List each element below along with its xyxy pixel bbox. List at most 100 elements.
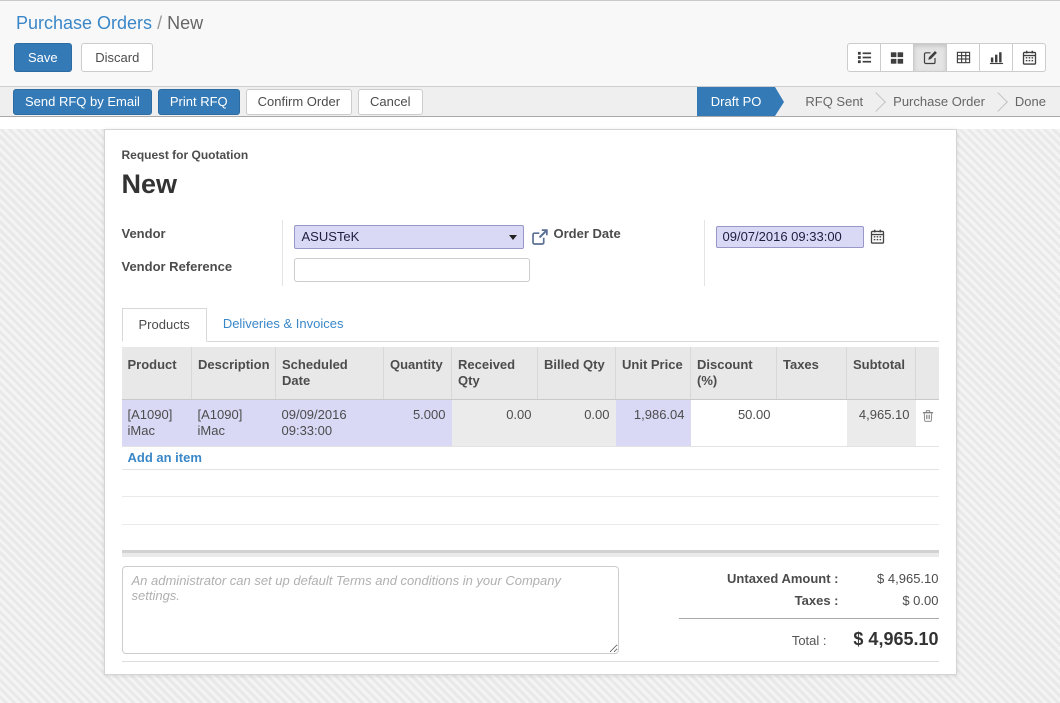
add-item-row: Add an item <box>122 447 939 470</box>
empty-line-row <box>122 497 939 525</box>
col-actions <box>916 347 939 400</box>
total-value: $ 4,965.10 <box>827 629 939 650</box>
calendar-view-button[interactable] <box>1012 43 1046 72</box>
cell-discount[interactable]: 50.00 <box>691 400 777 447</box>
cell-description[interactable]: [A1090] iMac <box>192 400 276 447</box>
notebook-tabs: Products Deliveries & Invoices <box>122 308 939 342</box>
tab-deliveries-invoices[interactable]: Deliveries & Invoices <box>207 308 360 341</box>
status-step-draft-po[interactable]: Draft PO <box>697 87 776 116</box>
vendor-label: Vendor <box>122 220 282 253</box>
empty-line-row <box>122 525 939 550</box>
taxes-row: Taxes : $ 0.00 <box>657 593 939 608</box>
send-rfq-by-email-button[interactable]: Send RFQ by Email <box>13 89 152 115</box>
status-step-rfq-sent[interactable]: RFQ Sent <box>791 87 877 116</box>
vendor-open-record-button[interactable] <box>531 228 549 246</box>
cell-product[interactable]: [A1090] iMac <box>122 400 192 447</box>
col-quantity[interactable]: Quantity <box>384 347 452 400</box>
untaxed-amount-value: $ 4,965.10 <box>839 571 939 586</box>
add-an-item-link[interactable]: Add an item <box>128 450 202 465</box>
view-switcher <box>847 43 1046 72</box>
cell-scheduled-date[interactable]: 09/09/2016 09:33:00 <box>276 400 384 447</box>
cell-quantity[interactable]: 5.000 <box>384 400 452 447</box>
col-scheduled-date[interactable]: Scheduled Date <box>276 347 384 400</box>
cell-unit-price[interactable]: 1,986.04 <box>616 400 691 447</box>
col-product[interactable]: Product <box>122 347 192 400</box>
graph-view-button[interactable] <box>979 43 1013 72</box>
print-rfq-button[interactable]: Print RFQ <box>158 89 240 115</box>
total-row: Total : $ 4,965.10 <box>657 629 939 650</box>
delete-line-button[interactable] <box>922 409 934 422</box>
cancel-button[interactable]: Cancel <box>358 89 422 115</box>
cell-actions <box>916 400 939 447</box>
col-taxes[interactable]: Taxes <box>777 347 847 400</box>
record-title: New <box>122 170 939 198</box>
totals-divider <box>679 618 939 619</box>
save-button[interactable]: Save <box>14 43 72 72</box>
dropdown-caret-icon <box>509 235 517 240</box>
taxes-value: $ 0.00 <box>839 593 939 608</box>
taxes-label: Taxes : <box>795 593 839 608</box>
empty-line-row <box>122 470 939 497</box>
table-header-row: Product Description Scheduled Date Quant… <box>122 347 939 400</box>
cell-billed-qty: 0.00 <box>538 400 616 447</box>
totals-block: Untaxed Amount : $ 4,965.10 Taxes : $ 0.… <box>657 566 939 654</box>
cell-received-qty: 0.00 <box>452 400 538 447</box>
total-label: Total : <box>792 633 827 648</box>
date-picker-button[interactable] <box>870 229 885 244</box>
list-view-button[interactable] <box>847 43 881 72</box>
edit-icon <box>923 50 938 65</box>
cell-taxes[interactable] <box>777 400 847 447</box>
vendor-reference-input[interactable] <box>294 258 530 282</box>
order-lines-table: Product Description Scheduled Date Quant… <box>122 347 939 447</box>
status-step-done[interactable]: Done <box>1001 87 1060 116</box>
kanban-view-button[interactable] <box>880 43 914 72</box>
pivot-table-icon <box>956 50 971 65</box>
order-line-row: [A1090] iMac [A1090] iMac 09/09/2016 09:… <box>122 400 939 447</box>
form-toolbar: Save Discard <box>0 37 1060 86</box>
bar-chart-icon <box>989 50 1004 65</box>
right-field-group: Order Date <box>554 220 939 286</box>
breadcrumb: Purchase Orders / New <box>0 1 1060 37</box>
order-date-label: Order Date <box>554 220 704 253</box>
section-separator <box>122 550 939 557</box>
col-description[interactable]: Description <box>192 347 276 400</box>
col-subtotal[interactable]: Subtotal <box>847 347 916 400</box>
kanban-icon <box>890 51 904 65</box>
breadcrumb-parent-link[interactable]: Purchase Orders <box>16 13 152 33</box>
form-view-button[interactable] <box>913 43 947 72</box>
field-groups: Vendor Vendor Reference ASUSTeK <box>122 220 939 286</box>
pivot-view-button[interactable] <box>946 43 980 72</box>
sheet-footer: Untaxed Amount : $ 4,965.10 Taxes : $ 0.… <box>122 566 939 654</box>
form-sheet: Request for Quotation New Vendor Vendor … <box>104 129 957 675</box>
left-field-group: Vendor Vendor Reference ASUSTeK <box>122 220 554 286</box>
odoo-window: Purchase Orders / New Save Discard <box>0 0 1060 703</box>
vendor-reference-label: Vendor Reference <box>122 253 282 286</box>
col-discount[interactable]: Discount (%) <box>691 347 777 400</box>
col-billed-qty[interactable]: Billed Qty <box>538 347 616 400</box>
external-link-icon <box>531 228 549 246</box>
col-unit-price[interactable]: Unit Price <box>616 347 691 400</box>
untaxed-amount-label: Untaxed Amount : <box>727 571 838 586</box>
vendor-select-value: ASUSTeK <box>302 229 360 244</box>
col-received-qty[interactable]: Received Qty <box>452 347 538 400</box>
list-icon <box>857 50 872 65</box>
confirm-order-button[interactable]: Confirm Order <box>246 89 352 115</box>
terms-and-conditions-input[interactable] <box>122 566 619 654</box>
status-step-purchase-order[interactable]: Purchase Order <box>879 87 999 116</box>
document-type-label: Request for Quotation <box>122 148 939 162</box>
calendar-icon <box>1022 50 1037 65</box>
sheet-footer-divider <box>122 661 939 662</box>
untaxed-amount-row: Untaxed Amount : $ 4,965.10 <box>657 571 939 586</box>
breadcrumb-separator: / <box>157 13 162 33</box>
breadcrumb-current: New <box>167 13 203 33</box>
calendar-icon <box>870 229 885 244</box>
tab-products[interactable]: Products <box>122 308 207 342</box>
discard-button[interactable]: Discard <box>81 43 153 72</box>
cell-subtotal: 4,965.10 <box>847 400 916 447</box>
trash-icon <box>922 409 934 422</box>
control-panel: Purchase Orders / New Save Discard <box>0 0 1060 86</box>
order-date-input[interactable] <box>716 226 864 248</box>
statusbar: Send RFQ by Email Print RFQ Confirm Orde… <box>0 86 1060 117</box>
vendor-select[interactable]: ASUSTeK <box>294 225 524 249</box>
workflow-buttons: Send RFQ by Email Print RFQ Confirm Orde… <box>13 89 423 115</box>
